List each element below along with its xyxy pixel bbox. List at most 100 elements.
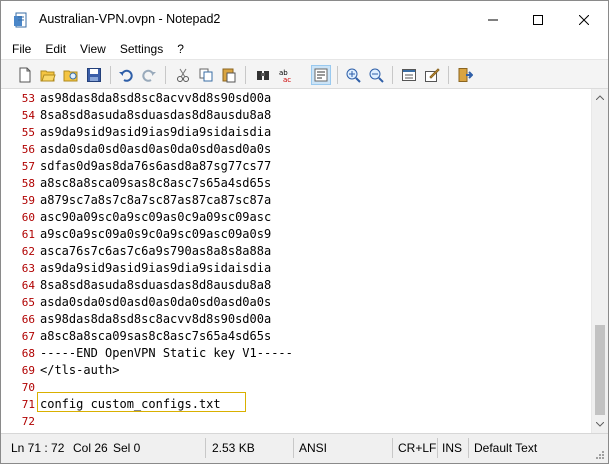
vertical-scrollbar[interactable] bbox=[591, 89, 608, 433]
toolbar: ab ac bbox=[1, 59, 608, 89]
line-number: 56 bbox=[21, 143, 35, 156]
line-text[interactable]: a8sc8a8sca09sas8c8asc7s65a4sd65s bbox=[40, 175, 271, 192]
scheme-button[interactable] bbox=[399, 65, 419, 85]
find-button[interactable] bbox=[253, 65, 273, 85]
open-file-button[interactable] bbox=[38, 65, 58, 85]
save-button[interactable] bbox=[84, 65, 104, 85]
line-number: 58 bbox=[21, 177, 35, 190]
editor-line[interactable]: 56 asda0sda0sd0asd0as0da0sd0asd0a0s bbox=[1, 141, 591, 158]
editor-line[interactable]: 58 a8sc8a8sca09sas8c8asc7s65a4sd65s bbox=[1, 175, 591, 192]
title-bar[interactable]: Australian-VPN.ovpn - Notepad2 bbox=[1, 1, 608, 39]
minimize-icon bbox=[488, 19, 498, 21]
redo-button[interactable] bbox=[139, 65, 159, 85]
line-number: 66 bbox=[21, 313, 35, 326]
zoom-out-button[interactable] bbox=[366, 65, 386, 85]
editor-line[interactable]: 55 as9da9sid9asid9ias9dia9sidaisdia bbox=[1, 124, 591, 141]
line-text[interactable]: as98das8da8sd8sc8acvv8d8s90sd00a bbox=[40, 311, 271, 328]
editor-line[interactable]: 65 asda0sda0sd0asd0as0da0sd0asd0a0s bbox=[1, 294, 591, 311]
scrollbar-thumb[interactable] bbox=[595, 325, 605, 415]
menu-help[interactable]: ? bbox=[170, 39, 191, 59]
replace-button[interactable]: ab ac bbox=[276, 65, 296, 85]
line-text[interactable]: asda0sda0sd0asd0as0da0sd0asd0a0s bbox=[40, 141, 271, 158]
scroll-up-button[interactable] bbox=[592, 89, 608, 106]
menu-file[interactable]: File bbox=[5, 39, 38, 59]
paste-button[interactable] bbox=[219, 65, 239, 85]
browse-button[interactable] bbox=[61, 65, 81, 85]
line-text[interactable]: as98das8da8sd8sc8acvv8d8s90sd00a bbox=[40, 90, 271, 107]
editor-line[interactable]: 70 bbox=[1, 379, 591, 396]
status-line-endings[interactable]: CR+LF bbox=[398, 438, 436, 458]
menu-view[interactable]: View bbox=[73, 39, 113, 59]
line-text[interactable]: sdfas0d9as8da76s6asd8a87sg77cs77 bbox=[40, 158, 271, 175]
line-number: 53 bbox=[21, 92, 35, 105]
maximize-button[interactable] bbox=[515, 1, 561, 39]
editor-line[interactable]: 72 bbox=[1, 413, 591, 430]
editor-line[interactable]: 61 a9sc0a9sc09a0s9c0a9sc09asc09a0s9 bbox=[1, 226, 591, 243]
menu-settings[interactable]: Settings bbox=[113, 39, 170, 59]
zoom-in-icon bbox=[346, 68, 361, 83]
editor-line[interactable]: 54 8sa8sd8asuda8sduasdas8d8ausdu8a8 bbox=[1, 107, 591, 124]
close-button[interactable] bbox=[561, 1, 607, 39]
line-text[interactable]: config custom_configs.txt bbox=[40, 396, 221, 413]
status-divider bbox=[205, 438, 206, 458]
editor-line[interactable]: 64 8sa8sd8asuda8sduasdas8d8ausdu8a8 bbox=[1, 277, 591, 294]
zoom-in-button[interactable] bbox=[343, 65, 363, 85]
text-editor[interactable]: 53 as98das8da8sd8sc8acvv8d8s90sd00a 54 8sa8… bbox=[1, 89, 591, 433]
line-number: 67 bbox=[21, 330, 35, 343]
line-number: 68 bbox=[21, 347, 35, 360]
editor-line[interactable]: 66 as98das8da8sd8sc8acvv8d8s90sd00a bbox=[1, 311, 591, 328]
toolbar-separator bbox=[110, 66, 111, 84]
replace-icon: abac bbox=[279, 69, 291, 83]
editor-line[interactable]: 67 a8sc8a8sca09sas8c8asc7s65a4sd65s bbox=[1, 328, 591, 345]
editor-line[interactable]: 59 a879sc7a8s7c8a7sc87as87ca87sc87a bbox=[1, 192, 591, 209]
line-text[interactable]: as9da9sid9asid9ias9dia9sidaisdia bbox=[40, 260, 271, 277]
line-number: 54 bbox=[21, 109, 35, 122]
cut-button[interactable] bbox=[173, 65, 193, 85]
exit-button[interactable] bbox=[455, 65, 475, 85]
line-text[interactable]: a879sc7a8s7c8a7sc87as87ca87sc87a bbox=[40, 192, 271, 209]
status-encoding[interactable]: ANSI bbox=[299, 438, 327, 458]
line-text[interactable]: 8sa8sd8asuda8sduasdas8d8ausdu8a8 bbox=[40, 107, 271, 124]
scroll-down-button[interactable] bbox=[592, 416, 608, 433]
status-scheme[interactable]: Default Text bbox=[474, 438, 537, 458]
line-number: 63 bbox=[21, 262, 35, 275]
line-number: 61 bbox=[21, 228, 35, 241]
editor-line[interactable]: 71 config custom_configs.txt bbox=[1, 396, 591, 413]
editor-line[interactable]: 69 </tls-auth> bbox=[1, 362, 591, 379]
minimize-button[interactable] bbox=[470, 1, 516, 39]
chevron-up-icon bbox=[596, 95, 604, 100]
line-text[interactable]: asc90a09sc0a9sc09as0c9a09sc09asc bbox=[40, 209, 271, 226]
line-number: 62 bbox=[21, 245, 35, 258]
new-file-button[interactable] bbox=[15, 65, 35, 85]
line-text[interactable]: </tls-auth> bbox=[40, 362, 119, 379]
line-text[interactable]: a8sc8a8sca09sas8c8asc7s65a4sd65s bbox=[40, 328, 271, 345]
toolbar-separator bbox=[337, 66, 338, 84]
resize-grip-icon[interactable] bbox=[595, 450, 605, 460]
editor-line[interactable]: 60 asc90a09sc0a9sc09as0c9a09sc09asc bbox=[1, 209, 591, 226]
editor-line[interactable]: 63 as9da9sid9asid9ias9dia9sidaisdia bbox=[1, 260, 591, 277]
customize-schemes-button[interactable] bbox=[422, 65, 442, 85]
status-file-size: 2.53 KB bbox=[212, 441, 255, 455]
line-text[interactable]: asca76s7c6as7c6a9s790as8a8s8a88a bbox=[40, 243, 271, 260]
find-icon bbox=[257, 71, 269, 80]
line-number: 59 bbox=[21, 194, 35, 207]
undo-button[interactable] bbox=[116, 65, 136, 85]
browse-icon bbox=[63, 70, 78, 82]
menu-edit[interactable]: Edit bbox=[38, 39, 73, 59]
line-text[interactable]: a9sc0a9sc09a0s9c0a9sc09asc09a0s9 bbox=[40, 226, 271, 243]
redo-icon bbox=[142, 69, 156, 82]
word-wrap-button[interactable] bbox=[311, 65, 331, 85]
customize-schemes-icon bbox=[425, 68, 440, 82]
line-text[interactable]: 8sa8sd8asuda8sduasdas8d8ausdu8a8 bbox=[40, 277, 271, 294]
line-text[interactable]: asda0sda0sd0asd0as0da0sd0asd0a0s bbox=[40, 294, 271, 311]
save-icon bbox=[87, 68, 101, 82]
status-insert-mode: INS bbox=[442, 441, 463, 455]
zoom-out-icon bbox=[369, 68, 384, 83]
editor-line[interactable]: 57 sdfas0d9as8da76s6asd8a87sg77cs77 bbox=[1, 158, 591, 175]
editor-line[interactable]: 53 as98das8da8sd8sc8acvv8d8s90sd00a bbox=[1, 90, 591, 107]
editor-line[interactable]: 62 asca76s7c6as7c6a9s790as8a8s8a88a bbox=[1, 243, 591, 260]
line-text[interactable]: as9da9sid9asid9ias9dia9sidaisdia bbox=[40, 124, 271, 141]
copy-button[interactable] bbox=[196, 65, 216, 85]
line-text[interactable]: -----END OpenVPN Static key V1----- bbox=[40, 345, 293, 362]
editor-line[interactable]: 68 -----END OpenVPN Static key V1----- bbox=[1, 345, 591, 362]
